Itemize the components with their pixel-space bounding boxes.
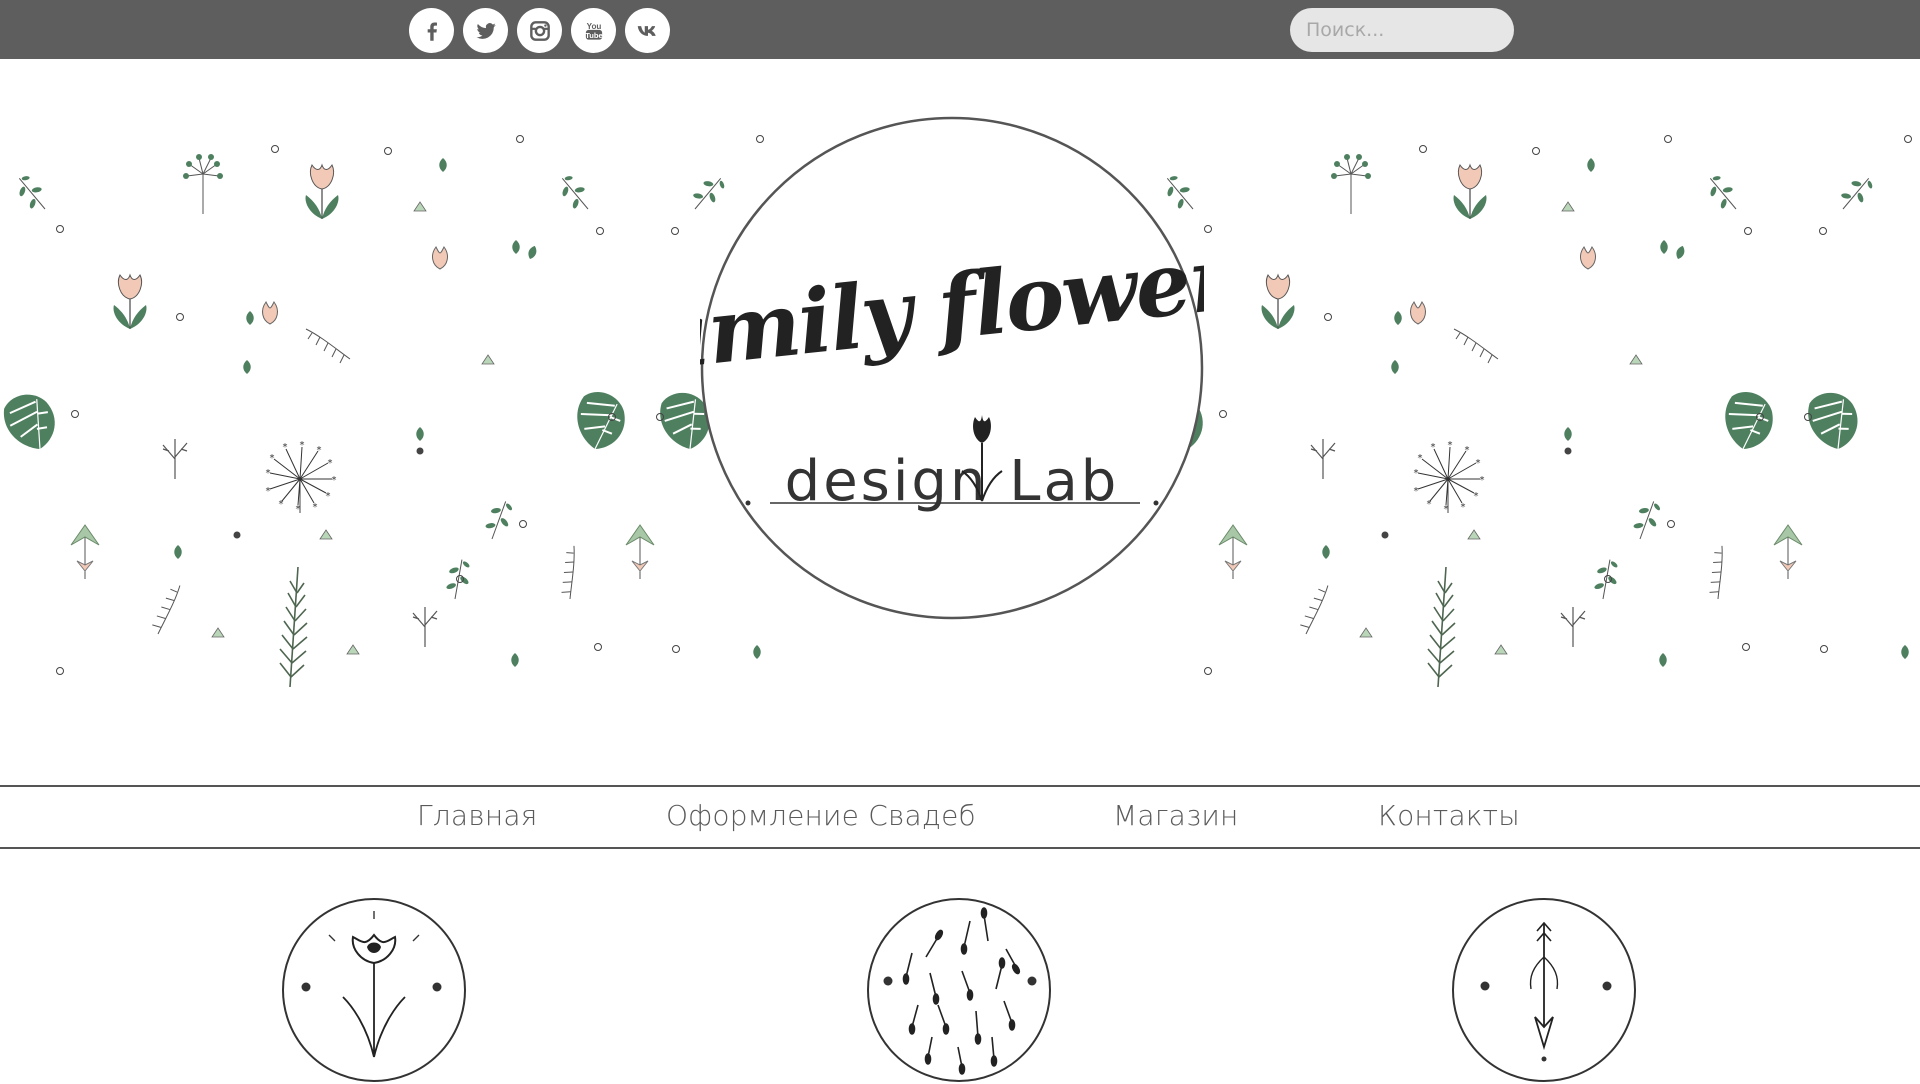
facebook-icon [427, 22, 437, 41]
vk-icon [637, 25, 656, 36]
svg-text:Tube: Tube [585, 30, 603, 39]
twitter-button[interactable] [463, 8, 508, 53]
nav-shop[interactable]: Магазин [1113, 799, 1239, 832]
facebook-button[interactable] [409, 8, 454, 53]
logo[interactable]: family flowers design Lab [606, 108, 1286, 628]
svg-text:You: You [586, 21, 601, 30]
feature-flower[interactable] [281, 897, 468, 1084]
nav-weddings[interactable]: Оформление Свадеб [666, 799, 976, 832]
seeds-icon [867, 898, 1051, 1082]
instagram-button[interactable] [517, 8, 562, 53]
top-bar: You Tube [0, 0, 1920, 59]
search-input[interactable] [1290, 8, 1514, 52]
nav-home[interactable]: Главная [417, 799, 538, 832]
flower-bud-icon [282, 898, 466, 1082]
youtube-button[interactable]: You Tube [571, 8, 616, 53]
logo-subtitle: design Lab [785, 449, 1120, 514]
youtube-icon: You Tube [585, 21, 603, 39]
arrow-sprout-icon [1452, 898, 1636, 1082]
main-nav: Главная Оформление Свадеб Магазин Контак… [0, 785, 1920, 849]
social-links: You Tube [409, 8, 670, 53]
instagram-icon [529, 20, 550, 41]
feature-sprout[interactable] [1451, 897, 1638, 1084]
nav-contacts[interactable]: Контакты [1378, 799, 1520, 832]
feature-seeds[interactable] [866, 897, 1053, 1084]
vk-button[interactable] [625, 8, 670, 53]
twitter-icon [476, 22, 496, 39]
